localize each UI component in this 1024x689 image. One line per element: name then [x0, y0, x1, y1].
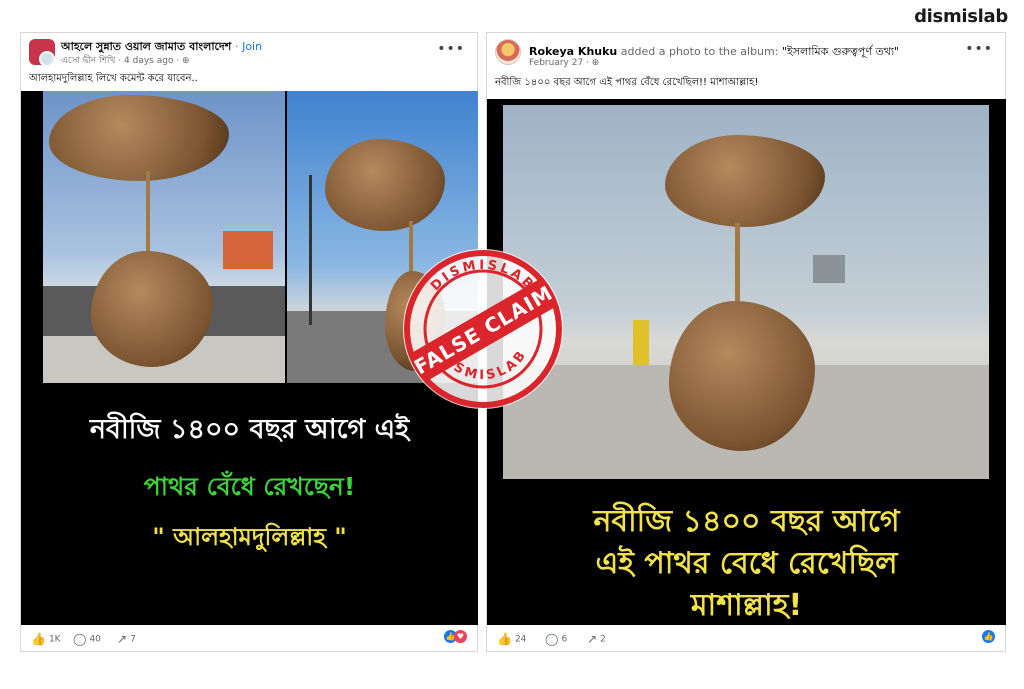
booth-shape	[223, 231, 273, 269]
author-line: এসো দ্বীন শিখি · 4 days ago · ⊕	[61, 53, 190, 68]
share-button[interactable]: ↗ 7	[117, 632, 136, 646]
share-count: 2	[600, 634, 606, 645]
comment-button[interactable]: ◯ 40	[73, 632, 101, 646]
lamp-post	[309, 175, 312, 325]
globe-icon: ⊕	[182, 56, 190, 66]
post-header: আহলে সুন্নাত ওয়াল জামাত বাংলাদেশ · Join…	[21, 33, 477, 89]
like-icon: 👍	[31, 632, 46, 646]
author-name[interactable]: এসো দ্বীন শিখি	[61, 56, 115, 66]
like-button[interactable]: 👍 24	[497, 632, 526, 646]
globe-icon: ⊕	[591, 58, 600, 68]
user-avatar[interactable]	[495, 39, 521, 65]
comment-button[interactable]: ◯ 6	[545, 632, 567, 646]
comment-icon: ◯	[545, 632, 559, 646]
comment-count: 40	[89, 634, 101, 645]
photo-panel-1	[43, 91, 285, 383]
reactions[interactable]: 👍♥	[444, 630, 467, 643]
user-name[interactable]: Rokeya Khuku	[529, 45, 617, 58]
post-time[interactable]: · 4 days ago ·	[118, 56, 179, 66]
post-footer: 👍 24 ◯ 6 ↗ 2 👍	[487, 623, 1005, 651]
share-icon: ↗	[587, 632, 598, 646]
bollard-shape	[633, 320, 649, 365]
rope	[146, 171, 150, 261]
post-caption: নবীজি ১৪০০ বছর আগে এই পাথর বেঁধে রেখেছিল…	[495, 77, 759, 88]
like-reaction-icon: 👍	[982, 630, 995, 643]
post-caption: আলহামদুলিল্লাহ লিখে কমেন্ট করে যাবেন..	[29, 73, 198, 84]
share-button[interactable]: ↗ 2	[587, 632, 606, 646]
like-button[interactable]: 👍 1K	[31, 632, 61, 646]
post-action: added a photo to the album:	[620, 45, 779, 58]
album-name[interactable]: "ইসলামিক গুরুত্বপূর্ণ তথ্য"	[782, 45, 899, 58]
comment-icon: ◯	[73, 632, 87, 646]
group-name[interactable]: আহলে সুন্নাত ওয়াল জামাত বাংলাদেশ	[61, 40, 231, 53]
more-options-icon[interactable]: •••	[437, 41, 465, 57]
time-line: February 27 · ⊕	[529, 58, 599, 68]
reactions[interactable]: 👍	[982, 630, 995, 643]
more-options-icon[interactable]: •••	[965, 41, 993, 57]
dismislab-logo: dismislab	[914, 6, 1008, 27]
rope	[735, 223, 740, 313]
comment-count: 6	[561, 634, 568, 645]
overlay-line-1: নবীজি ১৪০০ বছর আগে এই	[89, 414, 410, 445]
like-count: 1K	[48, 634, 61, 645]
post-header: Rokeya Khuku added a photo to the album:…	[487, 33, 1005, 89]
overlay-line-3: মাশাল্লাহ!	[690, 588, 803, 623]
upper-rock	[49, 95, 229, 181]
share-icon: ↗	[117, 632, 128, 646]
love-reaction-icon: ♥	[454, 630, 467, 643]
overlay-line-3: " আলহামদুলিল্লাহ "	[152, 523, 347, 551]
post-footer: 👍 1K ◯ 40 ↗ 7 👍♥	[21, 623, 477, 651]
upper-rock	[665, 135, 825, 227]
author-avatar[interactable]	[39, 51, 55, 67]
like-icon: 👍	[497, 632, 512, 646]
upper-rock	[325, 139, 445, 231]
share-count: 7	[130, 634, 136, 645]
join-link[interactable]: · Join	[235, 40, 262, 53]
post-time[interactable]: February 27 ·	[529, 58, 589, 68]
like-count: 24	[514, 634, 527, 645]
false-claim-stamp: DISMISLAB DISMISLAB FALSE CLAIM	[403, 249, 563, 409]
photo-panel	[503, 105, 989, 479]
sign-shape	[813, 255, 845, 283]
overlay-line-2: পাথর বেঁধে রেখছেন!	[143, 472, 356, 501]
